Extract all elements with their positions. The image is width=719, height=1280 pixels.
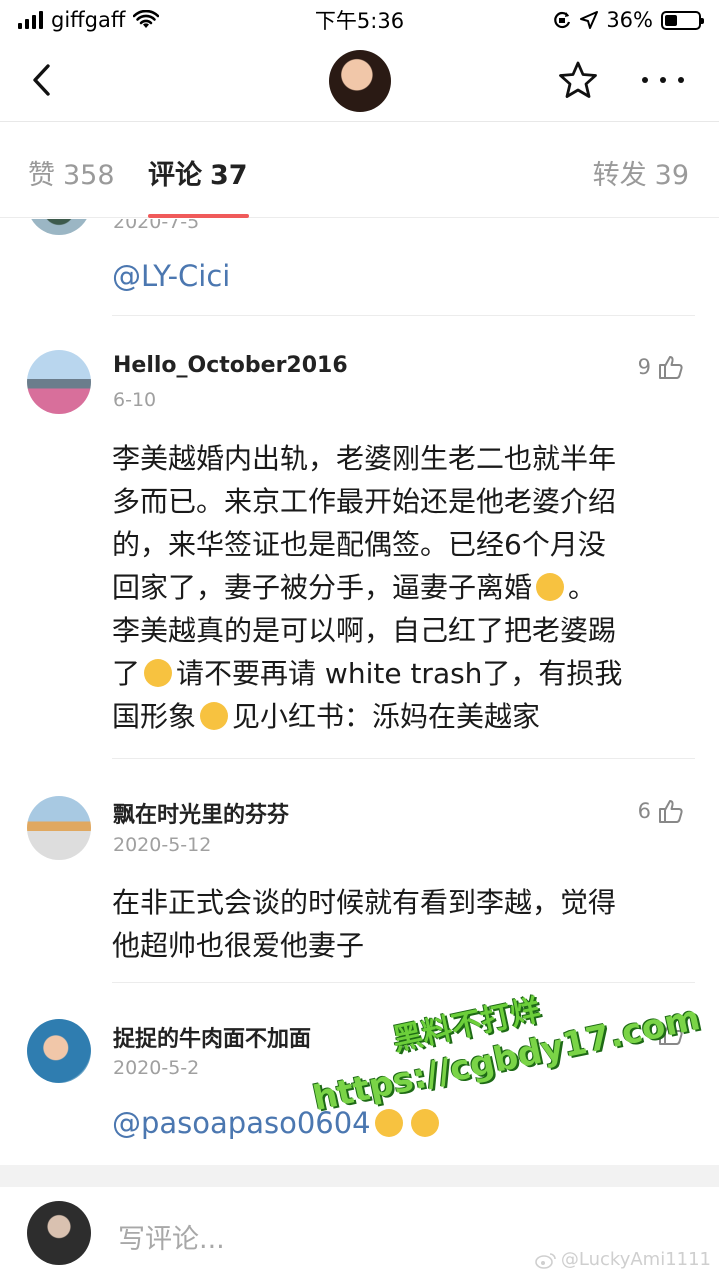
comment-item[interactable]: 飘在时光里的芬芬 2020-5-12 6 在非正式会谈的时候就有看到李越，觉得 … (0, 760, 719, 984)
author-avatar[interactable] (329, 50, 391, 112)
status-bar: giffgaff 下午5:36 36% (0, 0, 719, 40)
like-button[interactable]: 6 (638, 797, 685, 825)
grin-emoji-icon (410, 1109, 439, 1137)
comment-date: 2020-7-5 (113, 219, 200, 233)
active-tab-indicator (148, 214, 249, 218)
comment-date: 6-10 (113, 389, 157, 411)
screen-lock-icon (554, 11, 571, 29)
comment-text: @pasoapaso0604 (112, 1102, 679, 1145)
comment-divider (112, 758, 695, 759)
nav-bar (0, 40, 719, 122)
comment-line: 多而已。来京工作最开始还是他老婆介绍 (112, 485, 617, 518)
grin-emoji-icon (374, 1109, 403, 1137)
glasses-emoji-icon (200, 702, 229, 730)
battery-percent: 36% (606, 8, 653, 32)
tab-reposts[interactable]: 转发 39 (593, 153, 689, 192)
commenter-name[interactable]: Hello_October2016 (113, 353, 348, 378)
tab-likes-label: 赞 (28, 160, 55, 191)
thumbs-up-icon (659, 800, 683, 823)
favorite-star-icon[interactable] (558, 60, 598, 100)
like-button[interactable]: 9 (638, 353, 685, 381)
comment-item[interactable]: 2020-7-5 @LY-Cici (0, 219, 719, 317)
thumbs-up-icon (659, 356, 683, 379)
comment-divider (112, 982, 695, 983)
like-button[interactable] (657, 1019, 685, 1047)
comment-list: 2020-7-5 @LY-Cici Hello_October2016 6-10… (0, 219, 719, 1165)
comment-text: 在非正式会谈的时候就有看到李越，觉得 他超帅也很爱他妻子 (112, 881, 679, 967)
comment-line: 在非正式会谈的时候就有看到李越，觉得 (112, 886, 617, 919)
commenter-name[interactable]: 飘在时光里的芬芬 (113, 797, 289, 829)
comment-input-bar: 写评论... @LuckyAmi1111 (0, 1187, 719, 1280)
commenter-avatar[interactable] (27, 219, 91, 235)
comment-date: 2020-5-2 (113, 1057, 200, 1079)
tab-comments-label: 评论 (148, 160, 202, 191)
separator-band (0, 1165, 719, 1187)
comment-date: 2020-5-12 (113, 834, 212, 856)
battery-icon (661, 10, 704, 30)
like-count: 6 (637, 799, 651, 823)
comment-line: 李美越婚内出轨，老婆刚生老二也就半年 (112, 442, 617, 475)
comment-item[interactable]: Hello_October2016 6-10 9 李美越婚内出轨，老婆刚生老二也… (0, 317, 719, 759)
signal-icon (18, 11, 43, 29)
commenter-name[interactable]: 捉捉的牛肉面不加面 (113, 1021, 311, 1053)
comment-input[interactable]: 写评论... (118, 1217, 225, 1256)
wifi-icon (133, 10, 160, 28)
thumbs-up-icon (659, 1022, 683, 1045)
carrier-name: giffgaff (51, 8, 126, 32)
comment-line: 的，来华签证也是配偶签。已经6个月没 (112, 528, 606, 561)
mention-link[interactable]: @LY-Cici (112, 255, 679, 298)
tab-likes[interactable]: 赞 358 (28, 153, 115, 192)
like-count: 9 (637, 355, 651, 379)
more-options-icon[interactable] (642, 68, 684, 92)
comment-line: 李美越真的是可以啊，自己红了把老婆踢 (112, 614, 617, 647)
commenter-avatar[interactable] (27, 350, 91, 414)
status-left: giffgaff (18, 8, 160, 32)
tab-likes-count: 358 (63, 160, 115, 191)
my-avatar[interactable] (27, 1201, 91, 1265)
mention-link[interactable]: @pasoapaso0604 (112, 1106, 371, 1140)
location-icon (580, 11, 599, 29)
comment-line: 了请不要再请 white trash了，有损我 (112, 657, 623, 690)
comment-item[interactable]: 捉捉的牛肉面不加面 2020-5-2 @pasoapaso0604 (0, 984, 719, 1165)
tab-bar: 赞 358 评论 37 转发 39 (0, 123, 719, 218)
status-right: 36% (552, 8, 704, 32)
commenter-avatar[interactable] (27, 1019, 91, 1083)
comment-text: 李美越婚内出轨，老婆刚生老二也就半年 多而已。来京工作最开始还是他老婆介绍 的，… (112, 437, 679, 738)
comment-line: 回家了，妻子被分手，逼妻子离婚。 (112, 571, 597, 604)
commenter-avatar[interactable] (27, 796, 91, 860)
tab-reposts-label: 转发 (592, 160, 647, 191)
sweat-emoji-icon (144, 659, 173, 687)
weibo-icon (535, 1252, 556, 1269)
back-chevron-icon[interactable] (28, 62, 58, 98)
credit-handle: @LuckyAmi1111 (560, 1249, 711, 1270)
comment-line: 他超帅也很爱他妻子 (112, 929, 365, 962)
tab-reposts-count: 39 (654, 160, 689, 191)
tab-comments[interactable]: 评论 37 (148, 153, 248, 192)
comments-page: giffgaff 下午5:36 36% 赞 358 评论 37 转发 39 20… (0, 0, 719, 1280)
vomit-emoji-icon (536, 573, 565, 601)
weibo-credit: @LuckyAmi1111 (535, 1249, 711, 1270)
tab-comments-count: 37 (210, 160, 248, 191)
comment-line: 国形象 见小红书：泺妈在美越家 (112, 700, 541, 733)
comment-divider (112, 315, 695, 316)
